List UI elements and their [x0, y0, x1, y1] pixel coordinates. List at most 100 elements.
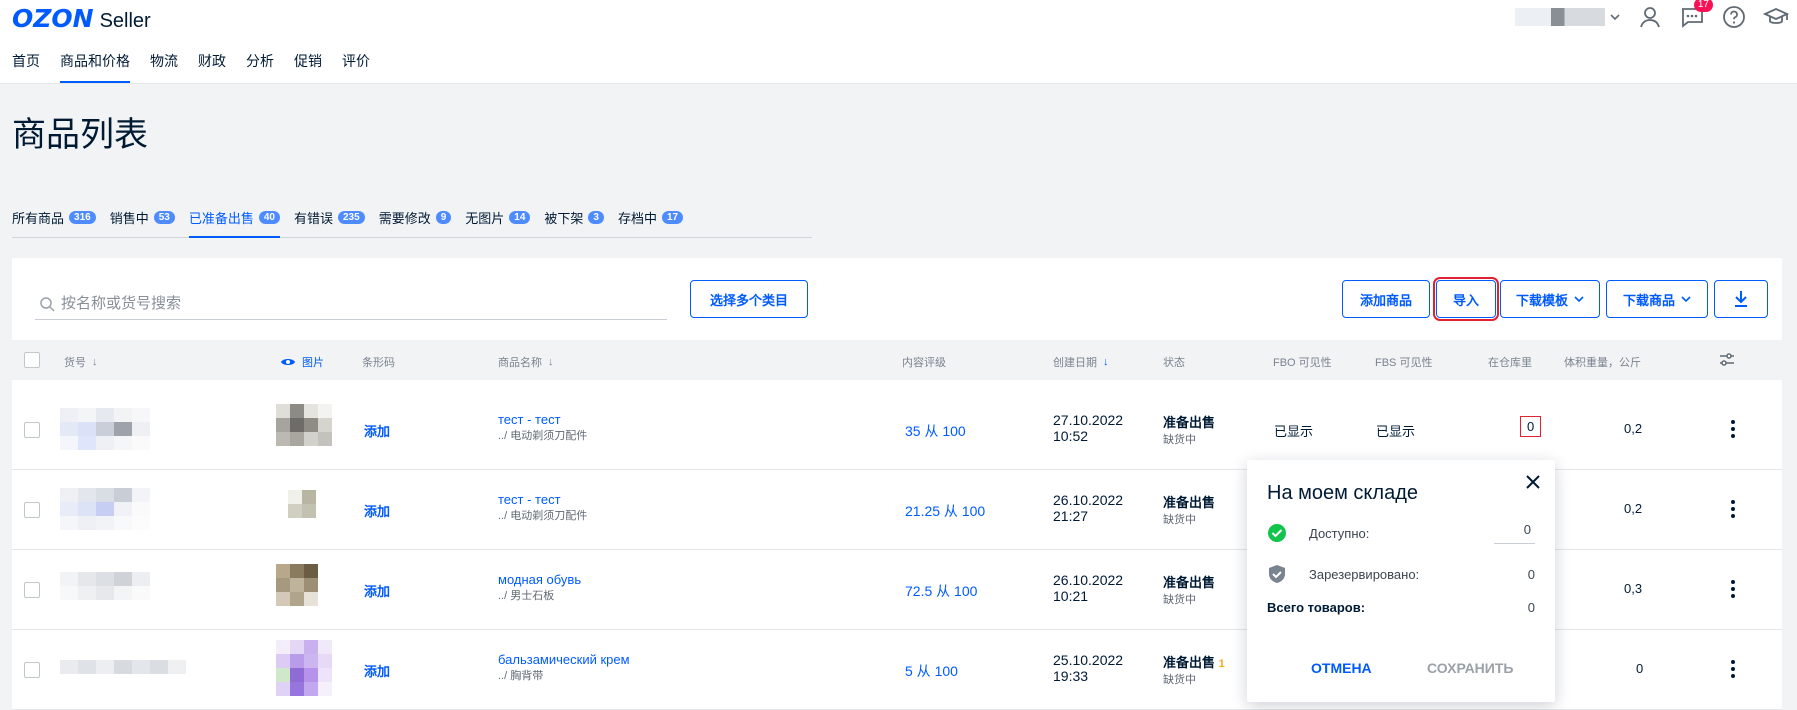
tab-on-sale[interactable]: 销售中 53 — [110, 208, 175, 227]
save-button[interactable]: СОХРАНИТЬ — [1427, 660, 1513, 676]
download-products-button[interactable]: 下载商品 — [1606, 280, 1708, 318]
tab-ready-for-sale[interactable]: 已准备出售 40 — [188, 208, 281, 238]
product-category: ../ 电动剃须刀配件 — [498, 510, 588, 522]
select-all-checkbox[interactable] — [24, 352, 40, 368]
product-image-thumbnail[interactable] — [276, 404, 332, 446]
download-button[interactable] — [1714, 280, 1768, 318]
download-template-button[interactable]: 下载模板 — [1500, 280, 1600, 318]
col-rating: 内容评级 — [902, 354, 946, 370]
search-input[interactable] — [61, 295, 661, 312]
tab-errors[interactable]: 有错误 235 — [294, 208, 365, 227]
col-fbs: FBS 可见性 — [1375, 354, 1432, 370]
more-actions-icon[interactable] — [1731, 500, 1735, 518]
total-label: Всего товаров: — [1267, 600, 1366, 615]
tab-removed[interactable]: 被下架 3 — [544, 208, 604, 227]
table-row[interactable]: 添加 тест - тест ../ 电动剃须刀配件 35 从 100 27.1… — [12, 390, 1782, 470]
product-category: ../ 胸背带 — [498, 670, 544, 682]
nav-reviews[interactable]: 评价 — [342, 51, 370, 83]
available-row: Доступно: 0 — [1267, 522, 1535, 544]
more-actions-icon[interactable] — [1731, 420, 1735, 438]
time: 19:33 — [1053, 668, 1089, 684]
col-volume-label: 体积重量，公斤 — [1564, 357, 1641, 369]
product-image-thumbnail[interactable] — [288, 490, 316, 518]
col-name-label: 商品名称 — [498, 357, 542, 369]
product-image-thumbnail[interactable] — [276, 640, 332, 696]
available-input[interactable]: 0 — [1493, 522, 1535, 544]
col-image[interactable]: 图片 — [280, 354, 324, 370]
cancel-button[interactable]: ОТМЕНА — [1311, 660, 1372, 676]
add-barcode-link[interactable]: 添加 — [364, 501, 390, 520]
product-name-link[interactable]: тест - тест — [498, 412, 587, 427]
graduation-cap-icon[interactable] — [1762, 4, 1790, 30]
stock-text: 缺货中 — [1163, 434, 1196, 446]
product-name-link[interactable]: бальзамический крем — [498, 652, 630, 667]
nav-logistics[interactable]: 物流 — [150, 51, 178, 83]
fbo-visibility: 已显示 — [1274, 424, 1314, 439]
sku-blurred — [60, 408, 150, 450]
add-product-button[interactable]: 添加商品 — [1342, 280, 1430, 318]
product-image-thumbnail[interactable] — [276, 564, 318, 606]
account-name-blurred — [1515, 8, 1605, 26]
col-status: 状态 — [1163, 354, 1185, 370]
product-name-link[interactable]: тест - тест — [498, 492, 587, 507]
table-header: 货号 ↓ 图片 条形码 商品名称 ↓ 内容评级 创建日期 ↓ 状态 FBO 可见性 F… — [12, 340, 1782, 380]
select-categories-button[interactable]: 选择多个类目 — [690, 280, 808, 318]
import-button[interactable]: 导入 — [1433, 277, 1499, 321]
chevron-down-icon — [1574, 296, 1584, 303]
content-rating[interactable]: 35 从 100 — [905, 421, 966, 441]
volume-weight: 0 — [1636, 661, 1644, 676]
sku-blurred — [60, 488, 150, 530]
warehouse-stock-value[interactable]: 0 — [1519, 416, 1542, 437]
nav-analytics[interactable]: 分析 — [246, 51, 274, 83]
sort-arrow-icon: ↓ — [92, 356, 98, 368]
download-template-label: 下载模板 — [1515, 292, 1568, 308]
tab-count: 235 — [338, 211, 365, 224]
help-icon[interactable] — [1721, 4, 1747, 30]
nav-products[interactable]: 商品和价格 — [60, 51, 130, 83]
more-actions-icon[interactable] — [1731, 660, 1735, 678]
product-name-link[interactable]: модная обувь — [498, 572, 581, 587]
col-volume: 体积重量，公斤 — [1564, 354, 1641, 370]
close-icon[interactable] — [1525, 474, 1541, 490]
col-image-label: 图片 — [302, 357, 324, 369]
col-sku[interactable]: 货号 ↓ — [64, 354, 98, 370]
nav-promotions[interactable]: 促销 — [294, 51, 322, 83]
tab-archived[interactable]: 存档中 17 — [618, 208, 684, 227]
row-checkbox[interactable] — [24, 582, 40, 598]
volume-weight: 0,2 — [1624, 421, 1643, 436]
ozon-seller-logo[interactable]: OZON Seller — [12, 4, 151, 33]
nav-home[interactable]: 首页 — [12, 51, 40, 83]
more-actions-icon[interactable] — [1731, 580, 1735, 598]
add-barcode-link[interactable]: 添加 — [364, 661, 390, 680]
content-rating[interactable]: 21.25 从 100 — [905, 501, 985, 521]
col-created-label: 创建日期 — [1053, 357, 1097, 369]
add-barcode-link[interactable]: 添加 — [364, 581, 390, 600]
col-created[interactable]: 创建日期 ↓ — [1053, 354, 1109, 370]
download-icon — [1735, 291, 1747, 307]
tab-all[interactable]: 所有商品 316 — [12, 208, 96, 227]
col-barcode: 条形码 — [362, 354, 395, 370]
logo-ozon: OZON — [12, 4, 94, 33]
status-tag: 1 — [1218, 658, 1225, 670]
account-switcher[interactable] — [1515, 8, 1621, 26]
profile-icon[interactable] — [1637, 4, 1663, 30]
reserved-value: 0 — [1527, 566, 1535, 582]
add-barcode-link[interactable]: 添加 — [364, 421, 390, 440]
tab-label: 无图片 — [465, 211, 505, 226]
top-header: OZON Seller 首页 商品和价格 物流 财政 分析 促销 评价 17 — [0, 0, 1797, 84]
tab-label: 有错误 — [293, 211, 333, 226]
col-name[interactable]: 商品名称 ↓ — [498, 354, 554, 370]
row-checkbox[interactable] — [24, 502, 40, 518]
content-rating[interactable]: 72.5 从 100 — [905, 581, 977, 601]
status-cell: 准备出售 缺货中 — [1163, 572, 1215, 607]
chat-icon[interactable]: 17 — [1679, 0, 1713, 30]
content-rating[interactable]: 5 从 100 — [905, 661, 958, 681]
stock-text: 缺货中 — [1163, 674, 1196, 686]
row-checkbox[interactable] — [24, 662, 40, 678]
nav-finance[interactable]: 财政 — [198, 51, 226, 83]
row-checkbox[interactable] — [24, 422, 40, 438]
sort-arrow-icon: ↓ — [548, 356, 554, 368]
tab-needs-edit[interactable]: 需要修改 9 — [379, 208, 452, 227]
column-settings-icon[interactable] — [1718, 351, 1736, 369]
tab-no-images[interactable]: 无图片 14 — [465, 208, 531, 227]
